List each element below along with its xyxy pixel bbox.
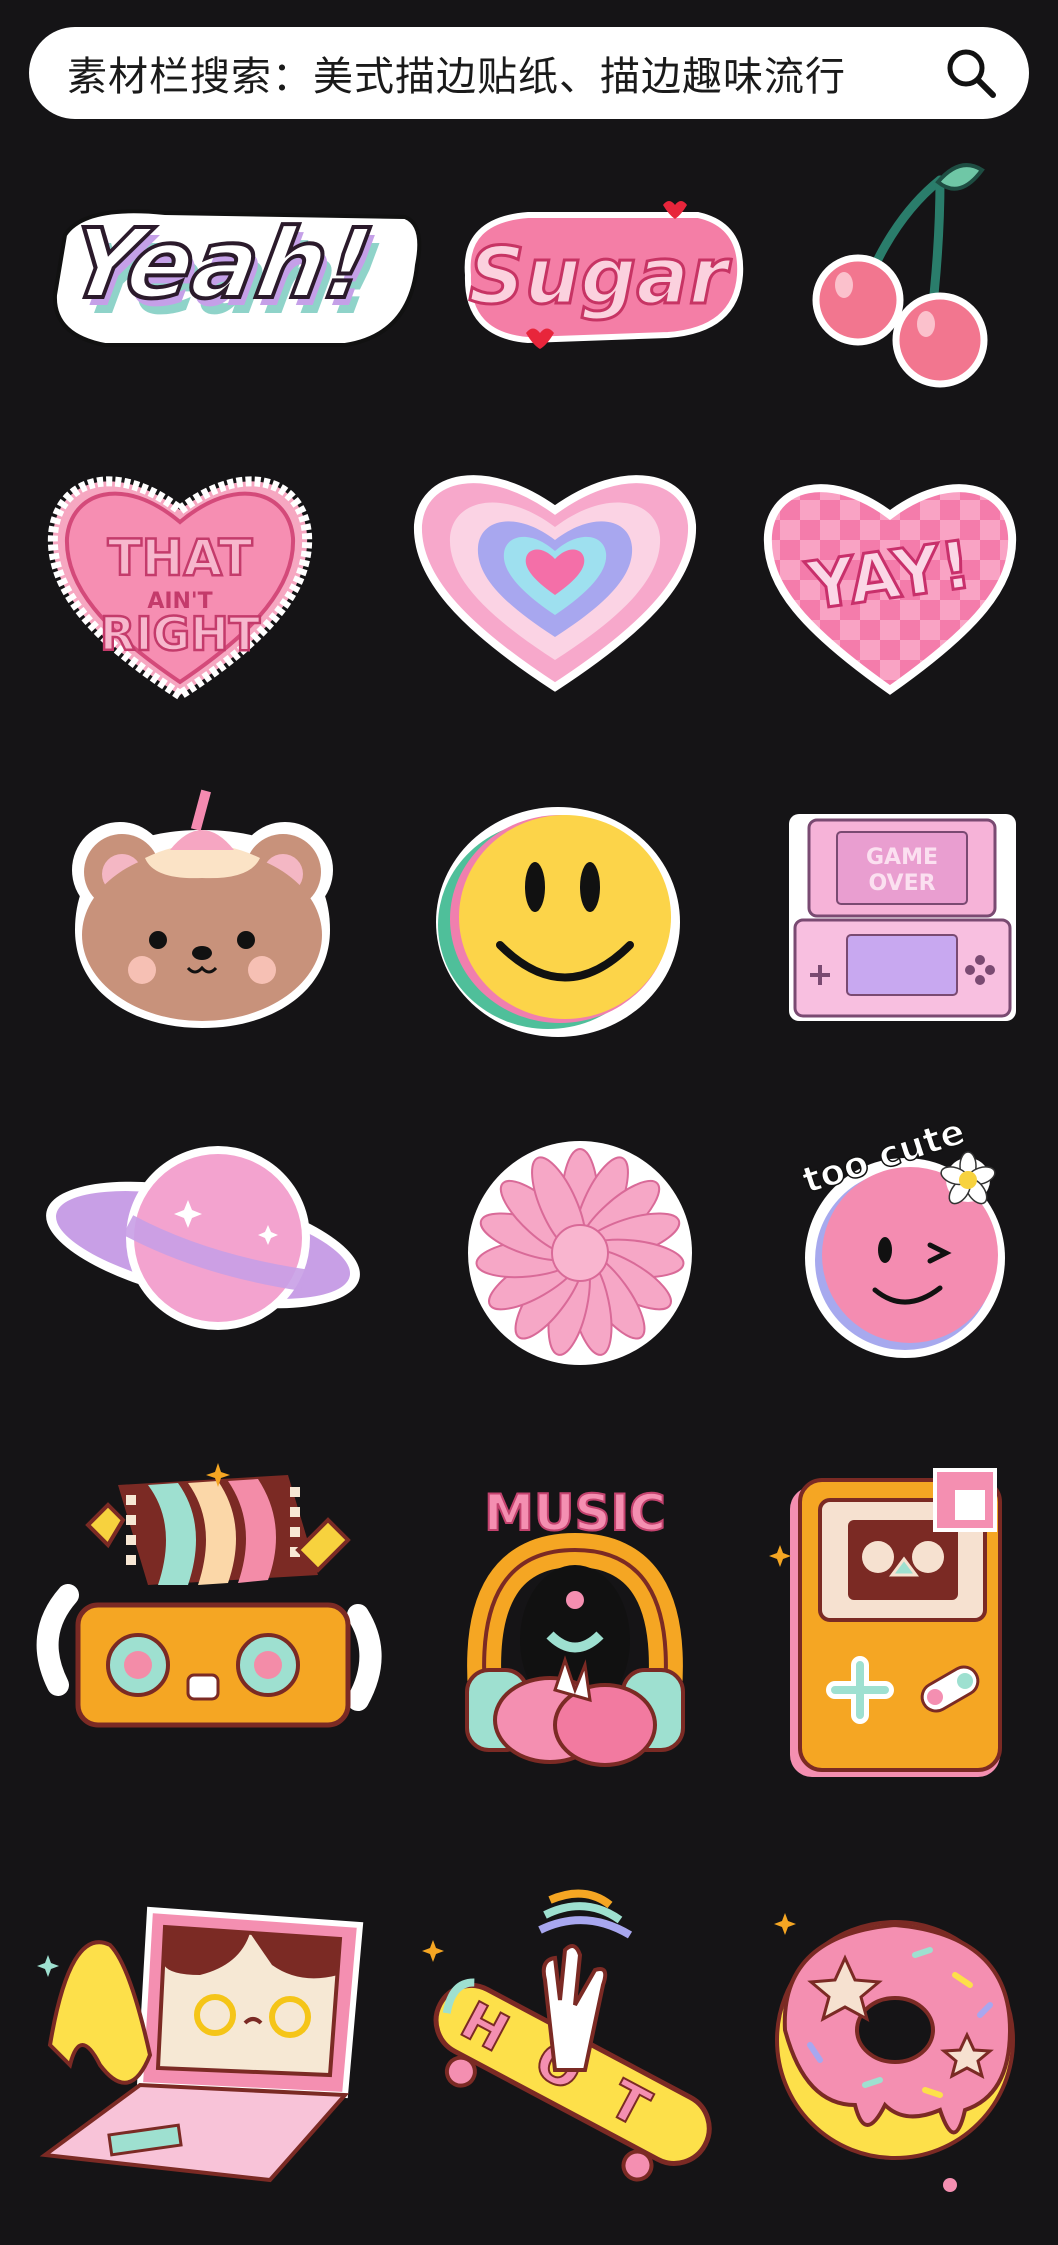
yeah-sticker[interactable]: Yeah! Yeah! Yeah!	[45, 195, 430, 355]
that-text: THAT	[108, 529, 253, 587]
game-console-sticker[interactable]: GAME OVER	[785, 810, 1020, 1025]
sugar-text: Sugar	[469, 232, 732, 322]
donut-sticker[interactable]	[765, 1895, 1025, 2195]
too-cute-wink-sticker[interactable]: too cute	[790, 1100, 1015, 1360]
yay-heart-sticker[interactable]: YAY!	[760, 460, 1020, 700]
laptop-character-sticker[interactable]	[37, 1905, 365, 2190]
sticker-grid: Yeah! Yeah! Yeah! Sugar THAT AIN'T RIGHT…	[0, 0, 1058, 2245]
sugar-sticker[interactable]: Sugar	[448, 195, 748, 355]
yeah-text: Yeah!	[61, 208, 380, 320]
right-text: RIGHT	[100, 607, 261, 661]
over-text: OVER	[868, 871, 935, 896]
gameboy-sticker[interactable]	[769, 1465, 1020, 1780]
rainbow-heart-sticker[interactable]	[410, 455, 700, 695]
music-headphones-sticker[interactable]: MUSIC	[455, 1470, 695, 1780]
cherry-sticker[interactable]	[800, 160, 1000, 390]
that-aint-right-heart-sticker[interactable]: THAT AIN'T RIGHT	[45, 450, 315, 705]
bear-cake-sticker[interactable]	[60, 770, 345, 1035]
film-camera-character-sticker[interactable]	[36, 1455, 388, 1755]
smiley-face-sticker[interactable]	[430, 805, 680, 1040]
game-text: GAME	[866, 845, 938, 870]
planet-sticker[interactable]	[38, 1140, 368, 1340]
daisy-flower-sticker[interactable]	[460, 1138, 700, 1368]
hot-skateboard-sticker[interactable]: HOT	[422, 1880, 725, 2200]
